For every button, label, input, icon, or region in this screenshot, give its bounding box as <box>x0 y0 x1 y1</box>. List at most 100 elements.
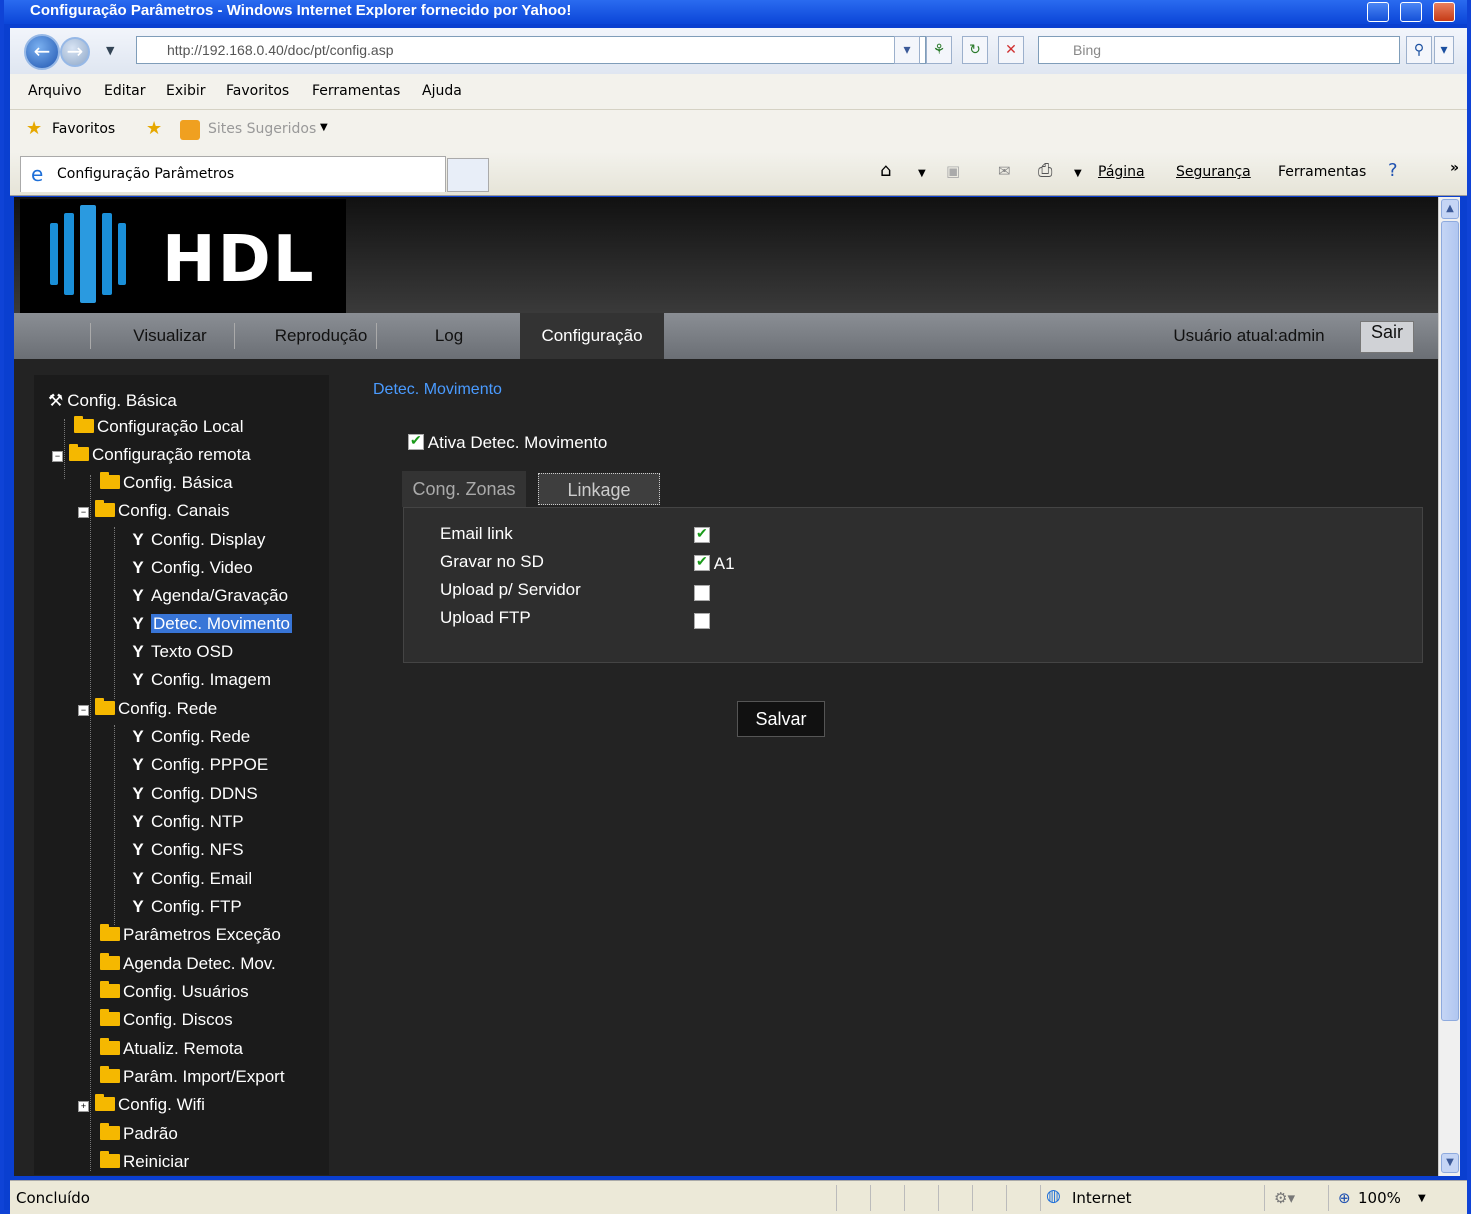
add-favorite-icon[interactable]: ★ <box>146 118 162 139</box>
folder-icon <box>100 1009 120 1026</box>
vertical-scrollbar[interactable]: ▲ ▼ <box>1438 197 1460 1176</box>
tree-item-image[interactable]: Y Config. Imagem <box>130 670 271 690</box>
tree-item-net-nfs[interactable]: Y Config. NFS <box>130 840 243 860</box>
nav-reproducao[interactable]: Reprodução <box>246 313 396 359</box>
tree-item-agenda[interactable]: Y Agenda/Gravação <box>130 586 288 606</box>
tree-item-net-ntp[interactable]: Y Config. NTP <box>130 812 243 832</box>
tree-item-remote[interactable]: − Configuração remota <box>52 444 251 465</box>
zoom-dropdown-icon[interactable]: ▼ <box>1418 1193 1426 1204</box>
menu-arquivo[interactable]: Arquivo <box>28 83 82 99</box>
compat-view-icon[interactable]: ⚘ <box>926 36 952 64</box>
tree-root[interactable]: ⚒ Config. Básica <box>48 391 177 411</box>
tree-item-wifi[interactable]: + Config. Wifi <box>78 1094 205 1115</box>
home-icon[interactable]: ⌂ <box>880 160 891 181</box>
folder-icon <box>100 953 120 970</box>
upload-ftp-checkbox[interactable] <box>694 613 710 629</box>
tab-zones[interactable]: Cong. Zonas <box>402 471 526 507</box>
suggested-dropdown-icon[interactable]: ▼ <box>320 122 328 133</box>
logout-button[interactable]: Sair <box>1360 321 1414 353</box>
address-dropdown-icon[interactable]: ▾ <box>894 36 920 64</box>
wrench-icon: Y <box>132 812 144 831</box>
forward-button[interactable]: → <box>60 37 90 67</box>
email-link-checkbox-row[interactable] <box>694 525 710 546</box>
tree-item-channels[interactable]: − Config. Canais <box>78 500 230 521</box>
tab-linkage[interactable]: Linkage <box>538 473 660 505</box>
tree-item-net-pppoe[interactable]: Y Config. PPPOE <box>130 755 268 775</box>
scroll-down-icon[interactable]: ▼ <box>1441 1153 1459 1173</box>
tree-item-network[interactable]: − Config. Rede <box>78 698 217 719</box>
menu-ajuda[interactable]: Ajuda <box>422 83 462 99</box>
star-icon: ★ <box>26 118 43 139</box>
tree-label: Parâmetros Exceção <box>123 925 281 944</box>
home-dropdown-icon[interactable]: ▼ <box>918 168 926 179</box>
zoom-level[interactable]: 100% <box>1358 1189 1401 1207</box>
nav-log[interactable]: Log <box>384 313 514 359</box>
scroll-up-icon[interactable]: ▲ <box>1441 199 1459 219</box>
page-menu[interactable]: Página <box>1098 164 1145 180</box>
print-icon[interactable]: ⎙ <box>1038 160 1052 181</box>
tree-item-users[interactable]: Config. Usuários <box>100 981 249 1002</box>
record-sd-checkbox-row[interactable]: A1 <box>694 553 735 574</box>
back-button[interactable]: ← <box>24 34 60 70</box>
tree-item-osd[interactable]: Y Texto OSD <box>130 642 233 662</box>
collapse-icon[interactable]: − <box>78 705 89 716</box>
suggested-sites-link[interactable]: Sites Sugeridos <box>208 121 316 137</box>
upload-ftp-checkbox-row[interactable] <box>694 612 710 632</box>
tree-item-motion-schedule[interactable]: Agenda Detec. Mov. <box>100 953 276 974</box>
email-link-checkbox[interactable] <box>694 525 710 543</box>
expand-icon[interactable]: + <box>78 1101 89 1112</box>
tree-item-exceptions[interactable]: Parâmetros Exceção <box>100 924 281 945</box>
tree-item-disks[interactable]: Config. Discos <box>100 1009 233 1030</box>
save-button[interactable]: Salvar <box>737 701 825 737</box>
tree-item-update[interactable]: Atualiz. Remota <box>100 1038 243 1059</box>
tree-item-net-ftp[interactable]: Y Config. FTP <box>130 897 241 917</box>
tree-item-basic[interactable]: Config. Básica <box>100 472 233 493</box>
search-icon[interactable]: ⚲ <box>1406 36 1432 64</box>
tree-item-video[interactable]: Y Config. Video <box>130 558 252 578</box>
security-menu[interactable]: Segurança <box>1176 164 1251 180</box>
collapse-icon[interactable]: − <box>78 507 89 518</box>
minimize-button[interactable] <box>1367 2 1389 22</box>
tools-menu[interactable]: Ferramentas <box>1278 164 1366 180</box>
tree-item-motion[interactable]: Y Detec. Movimento <box>130 614 292 634</box>
scroll-thumb[interactable] <box>1441 221 1459 1021</box>
menu-ferramentas[interactable]: Ferramentas <box>312 83 400 99</box>
nav-visualizar[interactable]: Visualizar <box>104 313 236 359</box>
favorites-button[interactable]: Favoritos <box>52 121 115 137</box>
tree-item-net-rede[interactable]: Y Config. Rede <box>130 727 250 747</box>
browser-tab-active[interactable]: e Configuração Parâmetros <box>20 156 446 192</box>
nav-configuracao[interactable]: Configuração <box>520 313 664 359</box>
menu-editar[interactable]: Editar <box>104 83 145 99</box>
stop-icon[interactable]: ✕ <box>998 36 1024 64</box>
read-mail-icon[interactable]: ✉ <box>998 162 1011 180</box>
search-input[interactable]: Bing <box>1038 36 1400 64</box>
help-icon[interactable]: ? <box>1388 160 1398 181</box>
tree-item-default[interactable]: Padrão <box>100 1123 178 1144</box>
upload-server-checkbox-row[interactable] <box>694 584 710 604</box>
feeds-icon[interactable]: ▣ <box>946 162 960 180</box>
history-dropdown-icon[interactable]: ▼ <box>106 44 114 57</box>
address-input[interactable]: http://192.168.0.40/doc/pt/config.asp <box>136 36 926 64</box>
tree-item-import-export[interactable]: Parâm. Import/Export <box>100 1066 285 1087</box>
menu-exibir[interactable]: Exibir <box>166 83 206 99</box>
collapse-icon[interactable]: − <box>52 451 63 462</box>
new-tab-button[interactable] <box>447 158 489 192</box>
search-options-icon[interactable]: ▾ <box>1434 36 1454 64</box>
tree-label: Config. DDNS <box>151 784 258 803</box>
tree-item-reboot[interactable]: Reiniciar <box>100 1151 189 1172</box>
tree-item-local[interactable]: Configuração Local <box>74 416 243 437</box>
refresh-icon[interactable]: ↻ <box>962 36 988 64</box>
tree-item-net-email[interactable]: Y Config. Email <box>130 869 252 889</box>
enable-motion-checkbox[interactable] <box>408 432 424 450</box>
chevron-more-icon[interactable]: » <box>1450 160 1459 176</box>
upload-server-checkbox[interactable] <box>694 585 710 601</box>
menu-favoritos[interactable]: Favoritos <box>226 83 289 99</box>
record-sd-checkbox[interactable] <box>694 553 710 571</box>
tree-item-display[interactable]: Y Config. Display <box>130 530 265 550</box>
enable-motion-row[interactable]: Ativa Detec. Movimento <box>408 432 607 453</box>
tree-item-net-ddns[interactable]: Y Config. DDNS <box>130 784 258 804</box>
print-dropdown-icon[interactable]: ▼ <box>1074 168 1082 179</box>
maximize-button[interactable] <box>1400 2 1422 22</box>
protected-mode-icon[interactable]: ⚙▾ <box>1274 1189 1295 1207</box>
close-window-button[interactable] <box>1433 2 1455 22</box>
